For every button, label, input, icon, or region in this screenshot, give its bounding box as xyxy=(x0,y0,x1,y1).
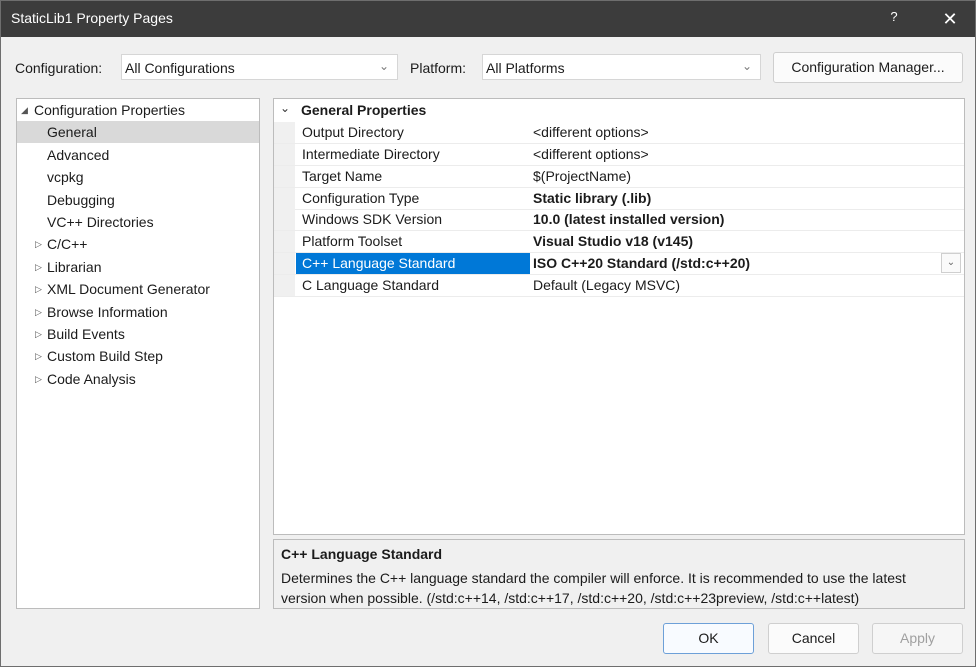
property-row-cpp-language-standard[interactable]: C++ Language Standard ISO C++20 Standard… xyxy=(274,253,964,275)
window-title: StaticLib1 Property Pages xyxy=(11,10,173,26)
row-gutter xyxy=(274,209,295,230)
property-name: Windows SDK Version xyxy=(296,209,530,230)
cancel-button[interactable]: Cancel xyxy=(768,623,859,654)
property-row-c-language-standard[interactable]: C Language Standard Default (Legacy MSVC… xyxy=(274,275,964,297)
property-name: Configuration Type xyxy=(296,188,530,209)
tree-item-label: VC++ Directories xyxy=(47,211,154,233)
tree-item-librarian[interactable]: ▷ Librarian xyxy=(17,256,259,278)
description-title: C++ Language Standard xyxy=(281,546,442,562)
property-row-target-name[interactable]: Target Name $(ProjectName) xyxy=(274,166,964,188)
property-name: C Language Standard xyxy=(296,275,530,296)
property-name: C++ Language Standard xyxy=(296,253,530,274)
tree-item-vc-directories[interactable]: VC++ Directories xyxy=(17,211,259,233)
tree-item-code-analysis[interactable]: ▷ Code Analysis xyxy=(17,368,259,390)
tree-item-label: Librarian xyxy=(47,256,101,278)
tree-item-label: XML Document Generator xyxy=(47,278,210,300)
chevron-down-icon: ⌄ xyxy=(742,59,752,73)
category-tree: ◢ Configuration Properties General Advan… xyxy=(16,98,260,609)
configuration-value: All Configurations xyxy=(125,60,235,76)
row-gutter xyxy=(274,122,295,143)
dropdown-button[interactable]: ⌄ xyxy=(941,253,961,273)
ok-button[interactable]: OK xyxy=(663,623,754,654)
row-gutter xyxy=(274,275,295,296)
tree-item-label: C/C++ xyxy=(47,233,87,255)
property-grid: ⌄ General Properties Output Directory <d… xyxy=(273,98,965,535)
property-row-windows-sdk-version[interactable]: Windows SDK Version 10.0 (latest install… xyxy=(274,209,964,231)
tree-item-label: Advanced xyxy=(47,144,109,166)
tree-item-build-events[interactable]: ▷ Build Events xyxy=(17,323,259,345)
platform-value: All Platforms xyxy=(486,60,565,76)
row-gutter xyxy=(274,253,295,274)
tree-item-label: Custom Build Step xyxy=(47,345,163,367)
property-value[interactable]: Visual Studio v18 (v145) xyxy=(531,231,941,252)
tree-item-label: vcpkg xyxy=(47,166,84,188)
property-value[interactable]: <different options> xyxy=(531,144,941,165)
property-row-output-directory[interactable]: Output Directory <different options> xyxy=(274,122,964,144)
collapsed-triangle-icon[interactable]: ▷ xyxy=(35,278,42,300)
property-value[interactable]: Default (Legacy MSVC) xyxy=(531,275,941,296)
property-value[interactable]: Static library (.lib) xyxy=(531,188,941,209)
property-name: Platform Toolset xyxy=(296,231,530,252)
tree-item-browse-information[interactable]: ▷ Browse Information xyxy=(17,301,259,323)
property-value[interactable]: 10.0 (latest installed version) xyxy=(531,209,941,230)
collapsed-triangle-icon[interactable]: ▷ xyxy=(35,345,42,367)
row-gutter xyxy=(274,231,295,252)
help-button[interactable]: ? xyxy=(886,9,902,29)
platform-label: Platform: xyxy=(410,60,466,76)
property-value[interactable]: ISO C++20 Standard (/std:c++20) xyxy=(531,253,941,274)
chevron-down-icon: ⌄ xyxy=(379,59,389,73)
row-gutter xyxy=(274,166,295,187)
tree-item-label: Build Events xyxy=(47,323,125,345)
tree-item-vcpkg[interactable]: vcpkg xyxy=(17,166,259,188)
tree-item-custom-build-step[interactable]: ▷ Custom Build Step xyxy=(17,345,259,367)
tree-item-label: Code Analysis xyxy=(47,368,136,390)
apply-button[interactable]: Apply xyxy=(872,623,963,654)
property-value[interactable]: $(ProjectName) xyxy=(531,166,941,187)
property-pages-dialog: StaticLib1 Property Pages ? ✕ Configurat… xyxy=(0,0,976,667)
tree-item-label: Browse Information xyxy=(47,301,168,323)
configuration-select[interactable]: All Configurations ⌄ xyxy=(121,54,398,80)
collapsed-triangle-icon[interactable]: ▷ xyxy=(35,256,42,278)
configuration-label: Configuration: xyxy=(15,60,102,76)
chevron-down-icon[interactable]: ⌄ xyxy=(280,101,290,115)
property-row-intermediate-directory[interactable]: Intermediate Directory <different option… xyxy=(274,144,964,166)
row-gutter xyxy=(274,144,295,165)
title-bar: StaticLib1 Property Pages ? ✕ xyxy=(1,1,975,37)
property-name: Intermediate Directory xyxy=(296,144,530,165)
property-value[interactable]: <different options> xyxy=(531,122,941,143)
section-header-general-properties[interactable]: ⌄ General Properties xyxy=(274,99,964,121)
tree-item-advanced[interactable]: Advanced xyxy=(17,144,259,166)
property-row-configuration-type[interactable]: Configuration Type Static library (.lib) xyxy=(274,188,964,210)
property-row-platform-toolset[interactable]: Platform Toolset Visual Studio v18 (v145… xyxy=(274,231,964,253)
tree-item-label: Configuration Properties xyxy=(34,99,185,121)
tree-item-label: General xyxy=(47,121,97,143)
row-gutter xyxy=(274,188,295,209)
property-name: Output Directory xyxy=(296,122,530,143)
tree-item-configuration-properties[interactable]: ◢ Configuration Properties xyxy=(17,99,259,121)
property-name: Target Name xyxy=(296,166,530,187)
expanded-triangle-icon[interactable]: ◢ xyxy=(21,99,28,121)
description-panel: C++ Language Standard Determines the C++… xyxy=(273,539,965,609)
chevron-down-icon: ⌄ xyxy=(947,257,955,268)
tree-item-label: Debugging xyxy=(47,189,115,211)
tree-item-xml-document-generator[interactable]: ▷ XML Document Generator xyxy=(17,278,259,300)
platform-select[interactable]: All Platforms ⌄ xyxy=(482,54,761,80)
tree-item-c-cpp[interactable]: ▷ C/C++ xyxy=(17,233,259,255)
section-title: General Properties xyxy=(301,102,426,118)
collapsed-triangle-icon[interactable]: ▷ xyxy=(35,323,42,345)
collapsed-triangle-icon[interactable]: ▷ xyxy=(35,301,42,323)
description-body: Determines the C++ language standard the… xyxy=(281,568,953,608)
tree-item-general[interactable]: General xyxy=(17,121,259,143)
close-button[interactable]: ✕ xyxy=(937,6,963,32)
tree-item-debugging[interactable]: Debugging xyxy=(17,189,259,211)
collapsed-triangle-icon[interactable]: ▷ xyxy=(35,368,42,390)
configuration-manager-button[interactable]: Configuration Manager... xyxy=(773,52,963,83)
collapsed-triangle-icon[interactable]: ▷ xyxy=(35,233,42,255)
